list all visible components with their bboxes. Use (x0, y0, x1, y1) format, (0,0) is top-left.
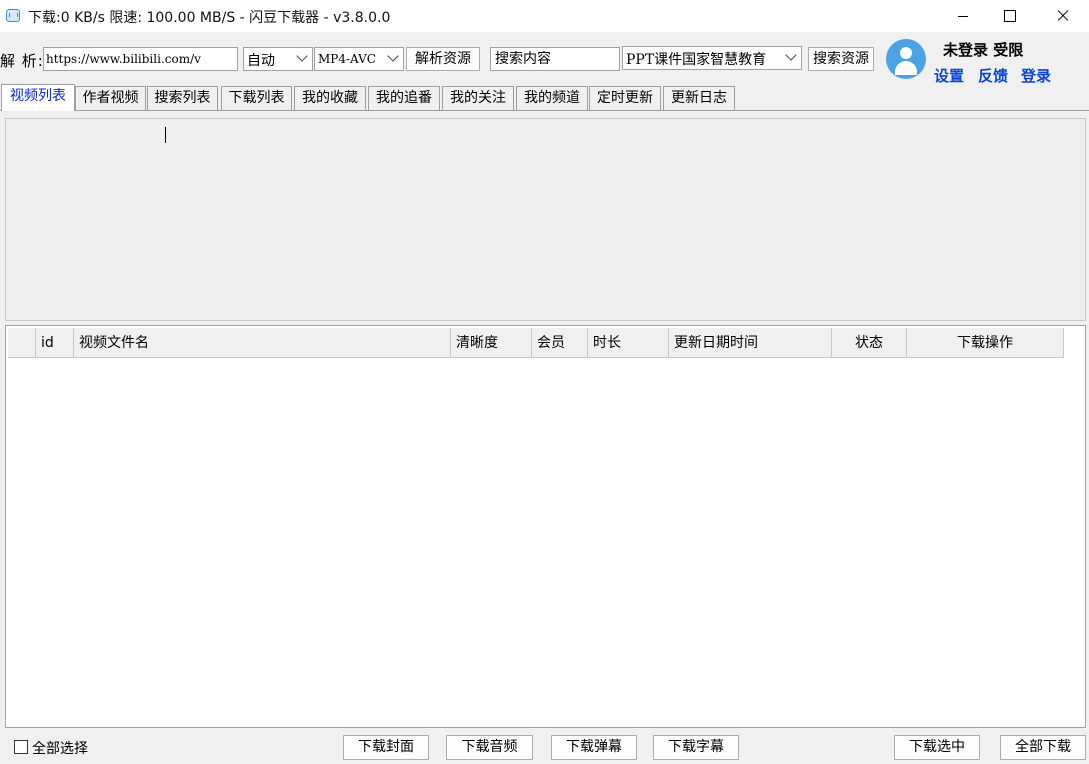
maximize-button[interactable] (986, 0, 1032, 32)
select-all-label[interactable]: 全部选择 (32, 738, 88, 758)
tab-my-channels[interactable]: 我的频道 (516, 86, 588, 110)
tab-author-videos[interactable]: 作者视频 (75, 86, 146, 110)
table-header: id 视频文件名 清晰度 会员 时长 更新日期时间 状态 下载操作 (8, 328, 1064, 358)
feedback-link[interactable]: 反馈 (978, 65, 1008, 86)
col-resolution[interactable]: 清晰度 (451, 328, 532, 358)
search-input[interactable]: 搜索内容 (490, 47, 620, 71)
download-all-button[interactable]: 全部下载 (1000, 735, 1086, 760)
minimize-button[interactable] (940, 0, 986, 32)
col-updated[interactable]: 更新日期时间 (669, 328, 832, 358)
parse-resource-button[interactable]: 解析资源 (406, 47, 480, 71)
tab-my-favorites[interactable]: 我的收藏 (294, 86, 366, 110)
download-cover-button[interactable]: 下载封面 (343, 735, 429, 760)
search-resource-button[interactable]: 搜索资源 (808, 47, 874, 71)
login-status: 未登录 受限 (943, 41, 1024, 59)
tab-changelog[interactable]: 更新日志 (663, 86, 735, 110)
title-bar: 下载:0 KB/s 限速: 100.00 MB/S - 闪豆下载器 - v3.8… (0, 0, 1089, 32)
select-all-checkbox[interactable] (14, 740, 28, 754)
avatar-icon[interactable] (886, 39, 926, 79)
tab-scheduled-update[interactable]: 定时更新 (589, 86, 661, 110)
text-cursor (165, 127, 166, 143)
window-title: 下载:0 KB/s 限速: 100.00 MB/S - 闪豆下载器 - v3.8… (28, 10, 391, 26)
col-select[interactable] (8, 328, 36, 358)
chevron-down-icon (296, 50, 308, 62)
chevron-down-icon (387, 50, 399, 62)
col-download-action[interactable]: 下载操作 (907, 328, 1064, 358)
col-filename[interactable]: 视频文件名 (74, 328, 451, 358)
video-table[interactable]: id 视频文件名 清晰度 会员 时长 更新日期时间 状态 下载操作 (5, 325, 1086, 728)
url-input[interactable]: https://www.bilibili.com/v (43, 47, 238, 71)
search-source-value: PPT课件国家智慧教育 (626, 52, 767, 68)
download-danmaku-button[interactable]: 下载弹幕 (551, 735, 637, 760)
download-audio-button[interactable]: 下载音频 (446, 735, 533, 760)
col-id[interactable]: id (36, 328, 74, 358)
tab-divider (0, 110, 1089, 111)
codec-select[interactable]: MP4-AVC (314, 47, 404, 71)
avatar-head (900, 47, 912, 59)
close-button[interactable] (1040, 0, 1086, 32)
col-vip[interactable]: 会员 (532, 328, 588, 358)
codec-select-value: MP4-AVC (318, 52, 376, 66)
tab-video-list[interactable]: 视频列表 (1, 84, 75, 111)
tab-search-list[interactable]: 搜索列表 (147, 86, 218, 110)
parse-label: 解 析: (0, 52, 44, 70)
col-duration[interactable]: 时长 (588, 328, 669, 358)
tab-my-follows[interactable]: 我的关注 (442, 86, 514, 110)
quality-select[interactable]: 自动 (243, 47, 313, 71)
settings-link[interactable]: 设置 (934, 65, 964, 86)
chevron-down-icon (785, 49, 797, 61)
col-status[interactable]: 状态 (832, 328, 907, 358)
download-selected-button[interactable]: 下载选中 (894, 735, 980, 760)
tab-download-list[interactable]: 下载列表 (221, 86, 292, 110)
text-panel[interactable] (5, 118, 1086, 321)
quality-select-value: 自动 (247, 53, 275, 69)
app-icon (6, 9, 20, 22)
avatar-body (895, 61, 917, 75)
tab-my-bangumi[interactable]: 我的追番 (368, 86, 440, 110)
download-subtitle-button[interactable]: 下载字幕 (653, 735, 739, 760)
search-source-select[interactable]: PPT课件国家智慧教育 (622, 46, 802, 70)
login-link[interactable]: 登录 (1021, 65, 1051, 86)
